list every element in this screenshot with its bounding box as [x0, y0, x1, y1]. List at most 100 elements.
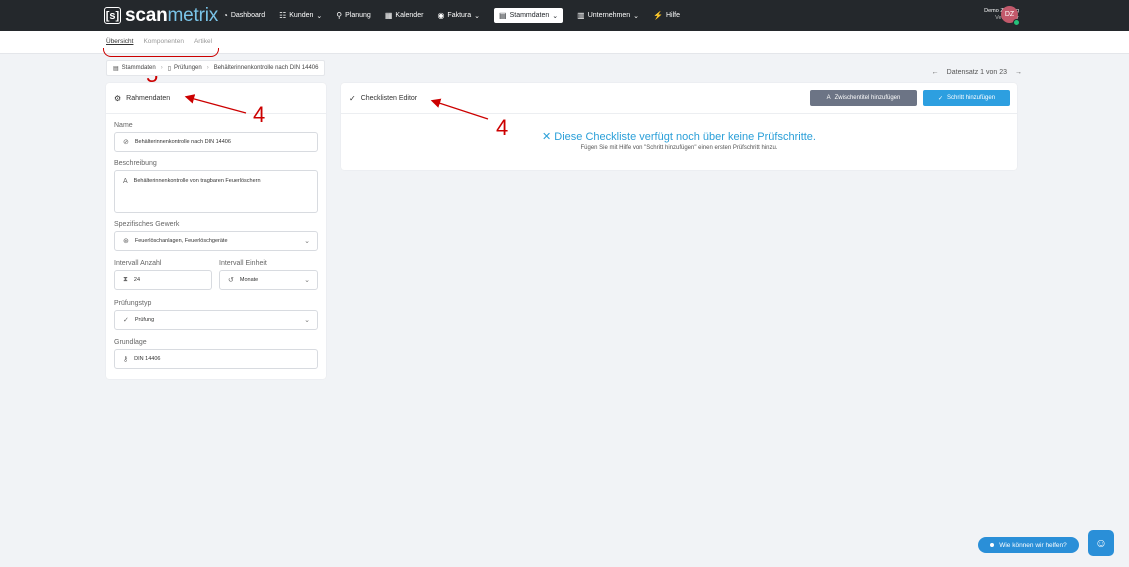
rahmendaten-title: Rahmendaten	[126, 94, 171, 102]
beschreibung-label: Beschreibung	[114, 160, 157, 167]
checklist-icon: ✓	[349, 93, 356, 103]
annotation-number-left: 4	[253, 102, 266, 127]
add-zwischentitel-button[interactable]: A Zwischentitel hinzufügen	[810, 90, 917, 106]
tab-uebersicht[interactable]: Übersicht	[106, 38, 133, 45]
nav-item-label: Planung	[345, 12, 371, 19]
nav-item-kunden[interactable]: ☷ Kunden ⌄	[279, 8, 322, 23]
grundlage-field[interactable]: ⚷ DIN 14406	[114, 349, 318, 369]
nav-item-label: Faktura	[447, 12, 472, 19]
chevron-down-icon: ⌄	[304, 317, 310, 324]
chevron-down-icon: ⌄	[552, 12, 559, 20]
empty-state-title-text: Diese Checkliste verfügt noch über keine…	[554, 131, 816, 143]
building-icon: ▥	[577, 11, 585, 20]
invoice-icon: ◉	[437, 11, 445, 20]
chevron-down-icon: ⌄	[474, 12, 481, 20]
logo-icon: [s]	[104, 7, 121, 24]
name-value: Behälterinnenkontrolle nach DIN 14406	[134, 139, 231, 145]
nav-item-faktura[interactable]: ◉ Faktura ⌄	[437, 8, 480, 23]
chevron-down-icon: ⌄	[316, 12, 323, 20]
rahmendaten-card: ⚙ Rahmendaten Name ⊘ Behälterinnenkontro…	[106, 83, 326, 379]
gewerk-label: Spezifisches Gewerk	[114, 221, 180, 228]
logo[interactable]: [s] scanmetrix	[104, 5, 219, 26]
beschreibung-field[interactable]: A Behälterinnenkontrolle von tragbaren F…	[114, 170, 318, 213]
breadcrumb-root[interactable]: Stammdaten	[122, 65, 156, 71]
tag-icon: ⊘	[123, 139, 129, 146]
help-icon: ⚡	[653, 11, 663, 20]
next-record-icon[interactable]: →	[1015, 69, 1022, 76]
editor-title: Checklisten Editor	[360, 94, 418, 102]
planning-icon: ⚲	[336, 11, 343, 20]
record-counter: Datensatz 1 von 23	[946, 69, 1007, 76]
users-icon: ☷	[279, 11, 287, 20]
name-label: Name	[114, 122, 133, 129]
breadcrumb-section[interactable]: Prüfungen	[174, 65, 202, 71]
add-zwischentitel-label: Zwischentitel hinzufügen	[834, 95, 901, 101]
main-nav: ◔ Dashboard ☷ Kunden ⌄ ⚲ Planung ▦ Kalender ◉ Fakt…	[223, 8, 694, 23]
hourglass-icon: ⧗	[123, 276, 128, 283]
annotation-brace	[103, 48, 219, 57]
top-navbar: [s] scanmetrix ◔ Dashboard ☷ Kunden ⌄ ⚲ Planun…	[0, 0, 1129, 31]
intervall-einheit-select[interactable]: ↺ Monate ⌄	[219, 270, 318, 290]
annotation-number-right: 4	[496, 115, 509, 140]
pruefungstyp-select[interactable]: ✓ Prüfung ⌄	[114, 310, 318, 330]
breadcrumb: ▤ Stammdaten › ▯ Prüfungen › Behälterinn…	[106, 60, 326, 76]
intervall-anzahl-field[interactable]: ⧗ 24	[114, 270, 212, 290]
history-icon: ↺	[228, 277, 234, 284]
pruefungstyp-label: Prüfungstyp	[114, 300, 152, 307]
breadcrumb-current: Behälterinnenkontrolle nach DIN 14406	[213, 65, 319, 71]
gewerk-value: Feuerlöschanlagen, Feuerlöschgeräte	[134, 238, 228, 244]
intervall-anzahl-label: Intervall Anzahl	[114, 260, 162, 267]
logo-text: scanmetrix	[125, 5, 219, 26]
nav-item-planung[interactable]: ⚲ Planung	[336, 8, 371, 23]
record-pager: ← Datensatz 1 von 23 →	[928, 69, 1026, 76]
text-icon: A	[826, 95, 831, 101]
add-schritt-label: Schritt hinzufügen	[947, 95, 996, 101]
nav-item-label: Kalender	[395, 12, 424, 19]
name-field[interactable]: ⊘ Behälterinnenkontrolle nach DIN 14406	[114, 132, 318, 152]
add-schritt-button[interactable]: ✓ Schritt hinzufügen	[923, 90, 1010, 106]
gewerk-select[interactable]: ⊛ Feuerlöschanlagen, Feuerlöschgeräte ⌄	[114, 231, 318, 251]
calendar-icon: ▦	[384, 11, 393, 20]
intervall-anzahl-value: 24	[133, 277, 141, 283]
help-label: Wie können wir helfen?	[999, 541, 1067, 549]
database-icon: ▤	[499, 11, 507, 20]
nav-item-label: Hilfe	[665, 12, 680, 19]
intervall-einheit-label: Intervall Einheit	[219, 260, 267, 267]
help-chat-button[interactable]: Wie können wir helfen?	[978, 537, 1079, 553]
grundlage-label: Grundlage	[114, 339, 147, 346]
chat-bubble-icon[interactable]: ☺	[1088, 530, 1114, 556]
empty-state-subtitle: Fügen Sie mit Hilfe von "Schritt hinzufü…	[580, 145, 778, 151]
nav-item-label: Stammdaten	[509, 12, 550, 19]
nav-item-label: Unternehmen	[587, 12, 631, 19]
chevron-down-icon: ⌄	[633, 12, 640, 20]
nav-item-hilfe[interactable]: ⚡ Hilfe	[653, 8, 680, 23]
prev-record-icon[interactable]: ←	[932, 69, 939, 76]
online-status-dot	[1013, 19, 1020, 26]
dashboard-icon: ◔	[223, 11, 228, 20]
nav-item-label: Kunden	[289, 12, 314, 19]
beschreibung-value: Behälterinnenkontrolle von tragbaren Feu…	[133, 178, 261, 184]
nav-item-kalender[interactable]: ▦ Kalender	[385, 8, 424, 23]
breadcrumb-separator: ›	[160, 65, 163, 71]
text-icon: A	[123, 178, 128, 185]
tab-artikel[interactable]: Artikel	[194, 38, 212, 45]
intervall-einheit-value: Monate	[239, 277, 259, 283]
checklist-icon: ✓	[937, 95, 943, 102]
gear-icon: ⚙	[114, 93, 122, 103]
tab-bar: Übersicht Komponenten Artikel	[106, 38, 222, 45]
chevron-down-icon: ⌄	[304, 238, 310, 245]
close-icon: ✕	[542, 131, 555, 143]
status-dot-icon	[990, 543, 995, 547]
checklist-icon: ✓	[123, 317, 129, 324]
tab-komponenten[interactable]: Komponenten	[143, 38, 183, 45]
nav-item-dashboard[interactable]: ◔ Dashboard	[223, 8, 265, 23]
nav-item-unternehmen[interactable]: ▥ Unternehmen ⌄	[577, 8, 639, 23]
checklisten-editor-card: ✓ Checklisten Editor A Zwischentitel hin…	[341, 83, 1017, 170]
key-icon: ⚷	[123, 356, 129, 363]
chevron-down-icon: ⌄	[304, 277, 310, 284]
rahmendaten-header: ⚙ Rahmendaten	[106, 83, 326, 114]
clipboard-icon: ▯	[167, 65, 172, 72]
nav-item-label: Dashboard	[230, 12, 266, 19]
nav-item-stammdaten[interactable]: ▤ Stammdaten ⌄	[494, 8, 564, 23]
empty-state-title: ✕ Diese Checkliste verfügt noch über kei…	[341, 130, 1017, 143]
